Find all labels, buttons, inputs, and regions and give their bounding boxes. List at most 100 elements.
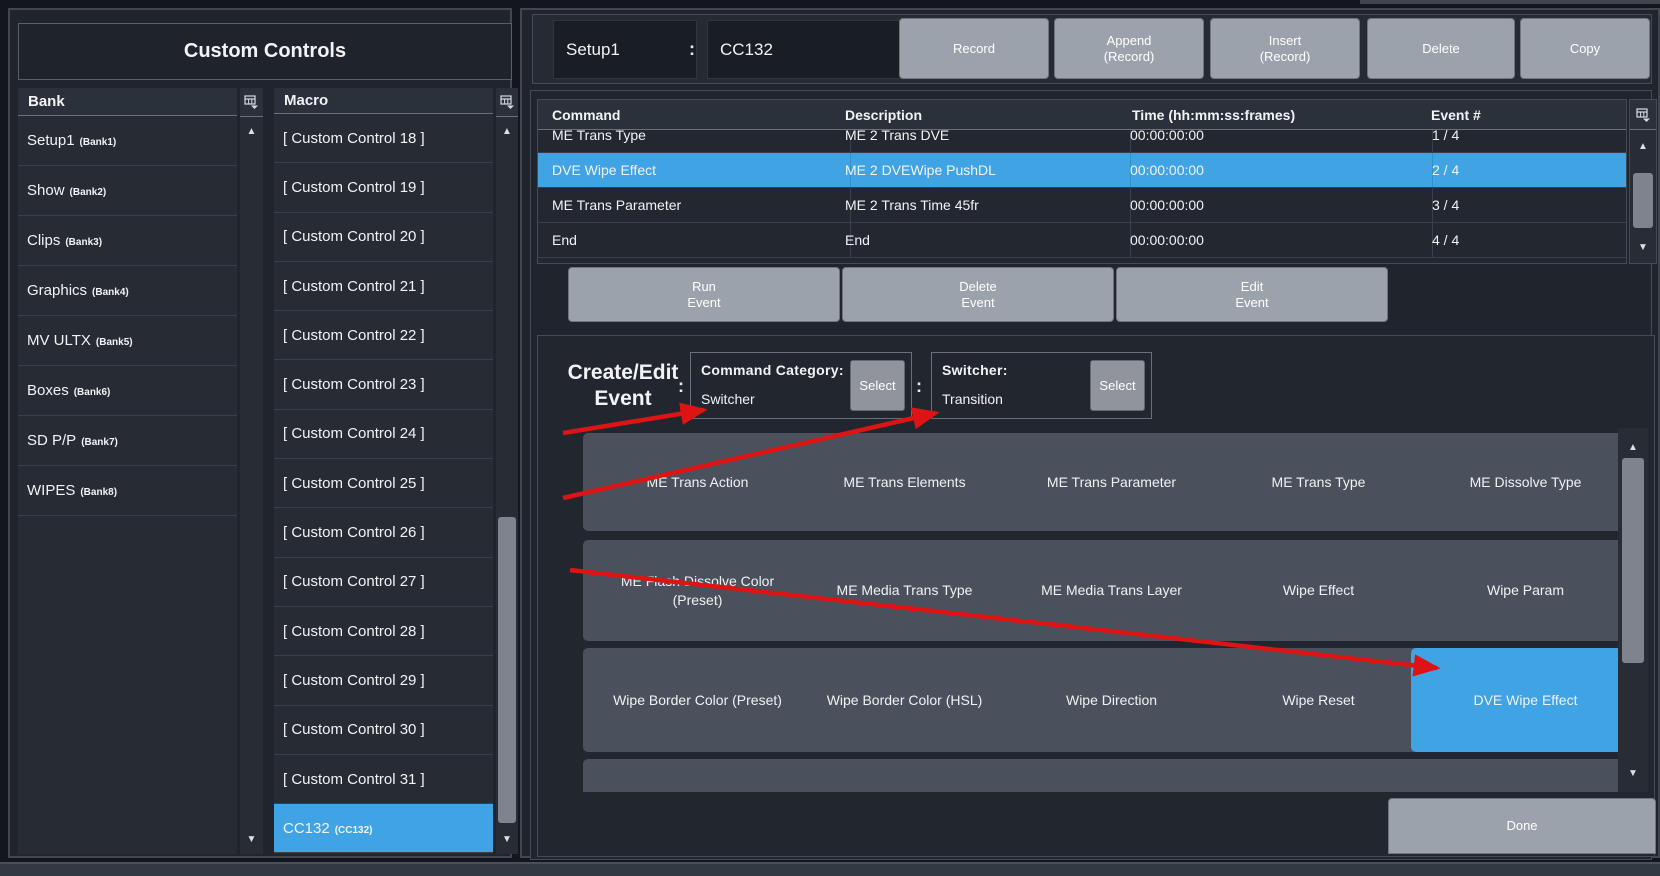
scroll-up-button[interactable]: ▲ xyxy=(496,120,518,142)
separator-colon: : xyxy=(678,376,684,396)
macro-item[interactable]: [ Custom Control 25 ] xyxy=(274,459,493,509)
up-arrow-icon: ▲ xyxy=(1628,441,1638,453)
col-header-event-num[interactable]: Event # xyxy=(1431,100,1481,129)
scroll-down-button[interactable]: ▼ xyxy=(1630,236,1656,258)
macro-scrollbar[interactable]: ▲ ▼ xyxy=(496,88,518,854)
command-grid-button[interactable]: ME Dissolve Type xyxy=(1411,433,1620,531)
macro-item-selected[interactable]: CC132 (CC132) xyxy=(274,804,493,854)
insert-record-button[interactable]: Insert (Record) xyxy=(1210,18,1360,79)
record-button[interactable]: Record xyxy=(899,18,1049,79)
bank-item[interactable]: Boxes (Bank6) xyxy=(18,366,237,416)
command-grid-button[interactable]: Wipe Effect xyxy=(1204,540,1433,641)
command-category-box: Command Category: Switcher Select xyxy=(690,352,912,419)
command-grid-button[interactable]: Wipe Direction xyxy=(997,648,1226,752)
bank-item[interactable]: MV ULTX (Bank5) xyxy=(18,316,237,366)
command-category-label: Command Category: xyxy=(701,362,844,378)
command-grid-button[interactable]: ME Media Trans Type xyxy=(790,540,1019,641)
down-arrow-icon: ▼ xyxy=(1628,767,1638,779)
macro-list: [ Custom Control 18 ] [ Custom Control 1… xyxy=(274,114,493,854)
bank-item[interactable]: Graphics (Bank4) xyxy=(18,266,237,316)
scroll-up-button[interactable]: ▲ xyxy=(240,120,263,142)
command-grid-button[interactable] xyxy=(1204,759,1433,792)
delete-button[interactable]: Delete xyxy=(1367,18,1515,79)
macro-item[interactable]: [ Custom Control 28 ] xyxy=(274,607,493,657)
command-grid-button[interactable]: ME Trans Elements xyxy=(790,433,1019,531)
macro-item[interactable]: [ Custom Control 22 ] xyxy=(274,311,493,361)
scroll-up-button[interactable]: ▲ xyxy=(1630,135,1656,157)
macro-item[interactable]: [ Custom Control 18 ] xyxy=(274,114,493,164)
bank-header-label: Bank xyxy=(28,93,65,110)
command-grid-scrollbar[interactable]: ▲ ▼ xyxy=(1618,428,1648,792)
macro-item[interactable]: [ Custom Control 24 ] xyxy=(274,410,493,460)
col-header-time[interactable]: Time (hh:mm:ss:frames) xyxy=(1132,100,1295,129)
edit-event-button[interactable]: Edit Event xyxy=(1116,267,1388,322)
create-edit-title: Create/Edit Event xyxy=(567,361,679,410)
macro-item[interactable]: [ Custom Control 31 ] xyxy=(274,755,493,805)
switcher-select-button[interactable]: Select xyxy=(1090,360,1145,411)
col-header-description[interactable]: Description xyxy=(845,100,922,129)
editor-top-bar: Setup1 : CC132 Record Append (Record) In… xyxy=(532,14,1652,84)
command-category-select-button[interactable]: Select xyxy=(850,360,905,411)
macro-item[interactable]: [ Custom Control 21 ] xyxy=(274,262,493,312)
separator-colon: : xyxy=(916,376,922,396)
table-row[interactable]: ME Trans Parameter ME 2 Trans Time 45fr … xyxy=(538,188,1626,223)
scroll-down-button[interactable]: ▼ xyxy=(496,828,518,850)
command-grid-button[interactable]: ME Trans Parameter xyxy=(997,433,1226,531)
scroll-thumb[interactable] xyxy=(1622,458,1644,663)
table-row-selected[interactable]: DVE Wipe Effect ME 2 DVEWipe PushDL 00:0… xyxy=(538,153,1626,188)
command-grid-button[interactable] xyxy=(790,759,1019,792)
command-grid-button[interactable] xyxy=(997,759,1226,792)
done-button[interactable]: Done xyxy=(1388,798,1656,854)
bank-item[interactable]: SD P/P (Bank7) xyxy=(18,416,237,466)
macro-item[interactable]: [ Custom Control 27 ] xyxy=(274,558,493,607)
command-grid-button[interactable] xyxy=(583,759,812,792)
bank-item[interactable]: Setup1 (Bank1) xyxy=(18,116,237,166)
up-arrow-icon: ▲ xyxy=(502,125,512,137)
window-top-edge xyxy=(1360,0,1660,4)
macro-item[interactable]: [ Custom Control 23 ] xyxy=(274,360,493,410)
command-grid-button[interactable]: ME Media Trans Layer xyxy=(997,540,1226,641)
macro-item[interactable]: [ Custom Control 20 ] xyxy=(274,213,493,262)
command-grid-button[interactable]: Wipe Border Color (Preset) xyxy=(583,648,812,752)
command-grid-button[interactable]: Wipe Param xyxy=(1411,540,1620,641)
table-menu-icon xyxy=(499,95,514,109)
bank-table-menu[interactable] xyxy=(240,88,263,117)
command-grid-button[interactable]: Wipe Reset xyxy=(1204,648,1433,752)
col-header-command[interactable]: Command xyxy=(552,100,620,129)
table-row[interactable]: End End 00:00:00:00 4 / 4 xyxy=(538,223,1626,258)
append-record-button[interactable]: Append (Record) xyxy=(1054,18,1204,79)
command-grid-button[interactable]: Wipe Border Color (HSL) xyxy=(790,648,1019,752)
down-arrow-icon: ▼ xyxy=(502,833,512,845)
command-grid-button[interactable] xyxy=(1411,759,1620,792)
copy-button[interactable]: Copy xyxy=(1520,18,1650,79)
command-grid-button-selected[interactable]: DVE Wipe Effect xyxy=(1411,648,1620,752)
event-table-rows: ME Trans Type ME 2 Trans DVE 00:00:00:00… xyxy=(538,130,1626,263)
macro-item[interactable]: [ Custom Control 30 ] xyxy=(274,706,493,755)
event-table-scrollbar[interactable]: ▲ ▼ xyxy=(1629,99,1657,264)
bank-item[interactable]: Show (Bank2) xyxy=(18,166,237,216)
scroll-down-button[interactable]: ▼ xyxy=(240,828,263,850)
macro-item[interactable]: [ Custom Control 29 ] xyxy=(274,656,493,706)
command-grid-button[interactable]: ME Flash Dissolve Color (Preset) xyxy=(583,540,812,641)
command-grid-button[interactable]: ME Trans Type xyxy=(1204,433,1433,531)
macro-item[interactable]: [ Custom Control 19 ] xyxy=(274,163,493,213)
scroll-up-button[interactable]: ▲ xyxy=(1618,436,1648,458)
bank-item[interactable]: Clips (Bank3) xyxy=(18,216,237,266)
delete-event-button[interactable]: Delete Event xyxy=(842,267,1114,322)
bank-value-field[interactable]: Setup1 xyxy=(553,20,697,79)
scroll-thumb[interactable] xyxy=(498,517,516,823)
scroll-down-button[interactable]: ▼ xyxy=(1618,762,1648,784)
table-menu-button[interactable] xyxy=(1630,100,1656,130)
macro-table-menu[interactable] xyxy=(496,88,518,117)
up-arrow-icon: ▲ xyxy=(1638,140,1648,152)
bank-scrollbar[interactable]: ▲ ▼ xyxy=(240,88,263,854)
cc-value-field[interactable]: CC132 xyxy=(707,20,901,79)
macro-item[interactable]: [ Custom Control 26 ] xyxy=(274,508,493,558)
down-arrow-icon: ▼ xyxy=(1638,241,1648,253)
scroll-thumb[interactable] xyxy=(1633,173,1653,228)
bank-item[interactable]: WIPES (Bank8) xyxy=(18,466,237,516)
run-event-button[interactable]: Run Event xyxy=(568,267,840,322)
command-grid-button[interactable]: ME Trans Action xyxy=(583,433,812,531)
page-title: Custom Controls xyxy=(18,23,512,80)
table-row[interactable]: ME Trans Type ME 2 Trans DVE 00:00:00:00… xyxy=(538,130,1626,153)
